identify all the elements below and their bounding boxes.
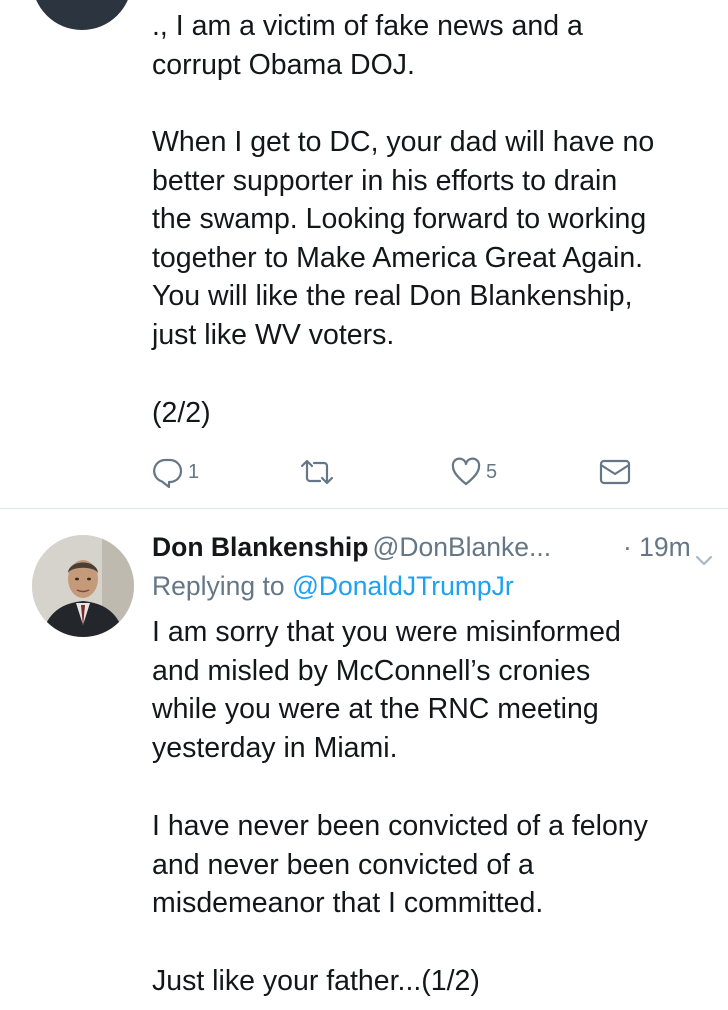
tweet-text-paragraph: I am sorry that you were misinformed and…	[152, 616, 621, 764]
like-count: 5	[486, 460, 498, 483]
tweet-actions: 1 5	[152, 454, 632, 490]
retweet-icon	[299, 456, 335, 488]
chevron-down-icon[interactable]	[694, 539, 714, 579]
tweet-header: Don Blankenship @DonBlanke... · 19m	[152, 527, 713, 567]
tweet-bottom[interactable]: Don Blankenship @DonBlanke... · 19m Reply…	[0, 509, 728, 1010]
tweet-top[interactable]: ., I am a victim of fake news and a corr…	[0, 0, 728, 508]
envelope-icon	[598, 456, 632, 488]
replying-to: Replying to @DonaldJTrumpJr	[152, 567, 514, 605]
author-handle[interactable]: @DonBlanke...	[372, 532, 551, 562]
tweet-timestamp[interactable]: · 19m	[623, 527, 691, 567]
replying-to-mention[interactable]: @DonaldJTrumpJr	[292, 571, 514, 601]
tweet-text-paragraph: I have never been convicted of a felony …	[152, 810, 648, 919]
tweet-text-line: ., I am a victim of fake news and a corr…	[152, 10, 583, 81]
like-button[interactable]: 5	[450, 454, 497, 490]
heart-icon	[450, 456, 482, 488]
author-name[interactable]: Don Blankenship	[152, 532, 368, 562]
avatar[interactable]	[32, 535, 134, 637]
direct-message-button[interactable]	[598, 454, 632, 490]
reply-icon	[152, 456, 184, 488]
replying-to-label: Replying to	[152, 571, 292, 601]
avatar[interactable]	[32, 0, 132, 30]
tweet-text-paragraph: When I get to DC, your dad will have no …	[152, 126, 655, 351]
tweet-text-thread-marker: (2/2)	[152, 397, 211, 429]
reply-count: 1	[188, 460, 200, 483]
tweet-text-paragraph: Just like your father...(1/2)	[152, 965, 480, 997]
reply-button[interactable]: 1	[152, 454, 199, 490]
retweet-button[interactable]	[299, 454, 335, 490]
